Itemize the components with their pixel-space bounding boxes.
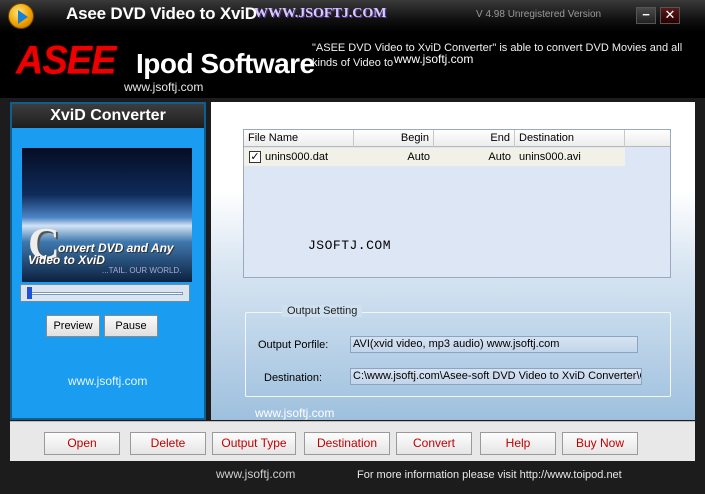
banner-url: www.jsoftj.com xyxy=(124,80,204,94)
output-profile-field[interactable]: AVI(xvid video, mp3 audio) www.jsoftj.co… xyxy=(350,336,638,353)
close-button[interactable]: ✕ xyxy=(660,7,680,24)
column-header-begin[interactable]: Begin xyxy=(354,130,434,147)
open-button[interactable]: Open xyxy=(44,432,120,455)
table-row[interactable]: ✓ unins000.dat Auto Auto unins000.avi xyxy=(244,148,625,166)
file-list-table[interactable]: File Name Begin End Destination ✓ unins0… xyxy=(243,129,671,278)
banner: ASEE Ipod Software www.jsoftj.com "ASEE … xyxy=(0,32,705,98)
side-panel-url: www.jsoftj.com xyxy=(68,374,148,388)
main-panel-url: www.jsoftj.com xyxy=(255,406,335,420)
column-header-file-name[interactable]: File Name xyxy=(244,130,354,147)
output-setting-legend: Output Setting xyxy=(282,305,363,317)
version-label: V 4.98 Unregistered Version xyxy=(476,9,602,20)
footer: www.jsoftj.com For more information plea… xyxy=(0,462,705,494)
app-window: Asee DVD Video to XviD WWW.JSOFTJ.COM V … xyxy=(0,0,705,494)
seek-slider-thumb[interactable] xyxy=(27,287,32,299)
column-header-destination[interactable]: Destination xyxy=(515,130,625,147)
preview-small-text: ...TAIL. OUR WORLD. xyxy=(102,266,182,275)
app-play-icon[interactable] xyxy=(8,3,34,29)
destination-button[interactable]: Destination xyxy=(304,432,390,455)
output-setting-group: Output Setting Output Porfile: AVI(xvid … xyxy=(245,305,671,397)
video-preview: C onvert DVD and Any Video to XviD ...TA… xyxy=(22,148,192,282)
title-bar[interactable]: Asee DVD Video to XviD WWW.JSOFTJ.COM V … xyxy=(0,0,705,32)
footer-info-link[interactable]: For more information please visit http:/… xyxy=(357,469,622,481)
row-checkbox[interactable]: ✓ xyxy=(249,151,261,163)
pause-button[interactable]: Pause xyxy=(104,315,158,337)
preview-button[interactable]: Preview xyxy=(46,315,100,337)
table-watermark: JSOFTJ.COM xyxy=(308,238,392,253)
converter-side-panel: XviD Converter C onvert DVD and Any Vide… xyxy=(10,102,206,420)
window-title: Asee DVD Video to XviD xyxy=(66,4,257,23)
destination-field[interactable]: C:\www.jsoftj.com\Asee-soft DVD Video to… xyxy=(350,368,642,385)
preview-caption-text: onvert DVD and Any Video to XviD xyxy=(28,241,174,267)
table-header: File Name Begin End Destination xyxy=(244,130,670,147)
minimize-button[interactable]: − xyxy=(636,7,656,24)
title-watermark: WWW.JSOFTJ.COM xyxy=(254,6,387,21)
seek-slider-track xyxy=(27,292,183,295)
output-type-button[interactable]: Output Type xyxy=(212,432,296,455)
cell-begin: Auto xyxy=(407,151,430,163)
footer-url: www.jsoftj.com xyxy=(216,467,296,481)
banner-description: "ASEE DVD Video to XviD Converter" is ab… xyxy=(312,42,683,69)
asee-logo: ASEE xyxy=(16,38,116,84)
convert-button[interactable]: Convert xyxy=(396,432,472,455)
seek-slider[interactable] xyxy=(20,284,190,302)
output-profile-label: Output Porfile: xyxy=(258,339,329,351)
main-panel: File Name Begin End Destination ✓ unins0… xyxy=(211,102,695,420)
converter-heading: XviD Converter xyxy=(12,104,204,128)
preview-caption: onvert DVD and Any Video to XviD xyxy=(28,242,188,266)
cell-file-name: unins000.dat xyxy=(265,151,328,163)
help-button[interactable]: Help xyxy=(480,432,556,455)
cell-destination: unins000.avi xyxy=(519,151,581,163)
ipod-software-logo: Ipod Software xyxy=(136,48,315,79)
banner-description-url: www.jsoftj.com xyxy=(394,52,474,66)
destination-label: Destination: xyxy=(264,372,323,384)
buy-now-button[interactable]: Buy Now xyxy=(562,432,638,455)
column-header-end[interactable]: End xyxy=(434,130,515,147)
action-toolbar: Open Delete Output Type Destination Conv… xyxy=(10,421,695,461)
delete-button[interactable]: Delete xyxy=(130,432,206,455)
cell-end: Auto xyxy=(488,151,511,163)
